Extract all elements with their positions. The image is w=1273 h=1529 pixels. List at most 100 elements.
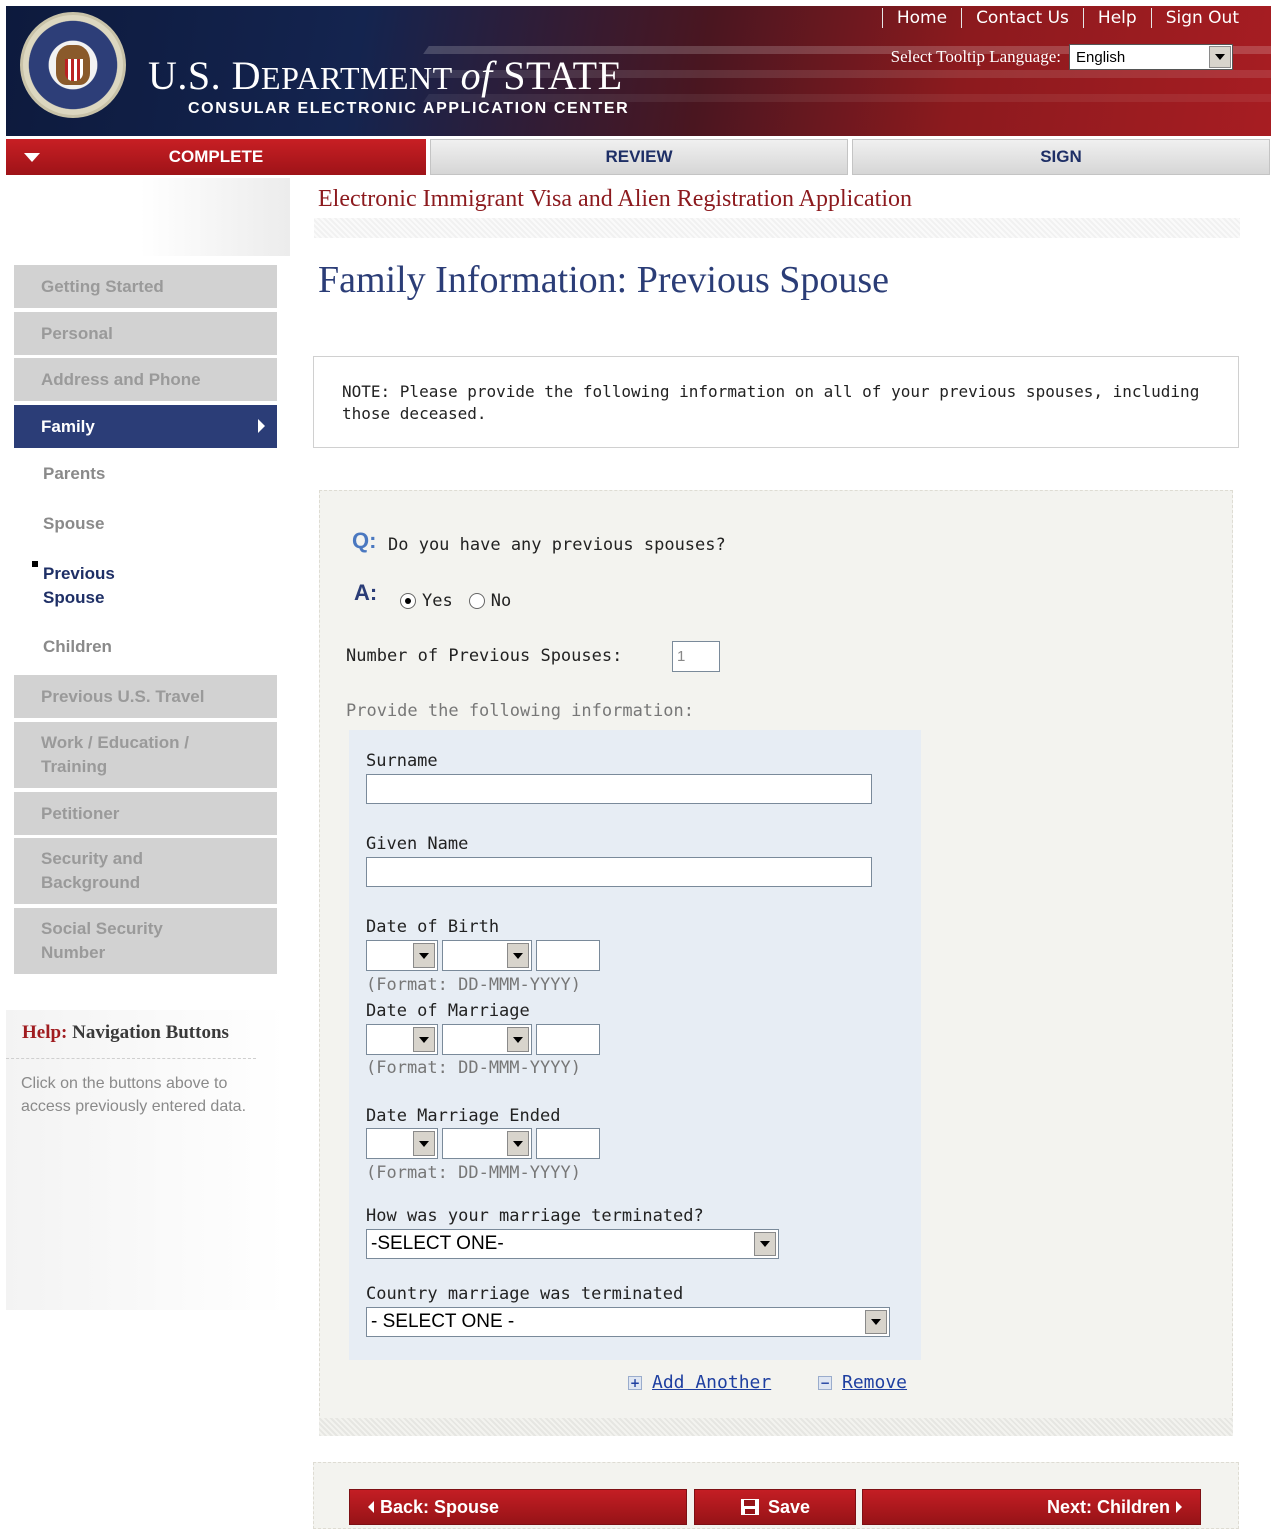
tooltip-language-value: English [1076,48,1126,66]
dob-format-hint: (Format: DD-MMM-YYYY) [366,975,581,995]
sidebar-item-family[interactable]: Family [14,405,277,450]
home-link[interactable]: Home [897,8,947,28]
dob-fields [366,940,600,971]
help-text: Click on the buttons above to access pre… [21,1075,247,1115]
sidebar-item-personal[interactable]: Personal [14,312,277,357]
dom-format-hint: (Format: DD-MMM-YYYY) [366,1058,581,1078]
given-name-label: Given Name [366,834,469,854]
country-select[interactable]: - SELECT ONE - [366,1307,890,1337]
sidebar-item-security-and-background[interactable]: Security and Background [14,838,277,906]
answer-label: A: [354,580,378,605]
tab-sign-label: SIGN [1040,147,1082,166]
sidebar-subitem-children[interactable]: Children [43,635,112,659]
question-text: Do you have any previous spouses? [388,535,726,555]
sidebar-item-previous-us-travel[interactable]: Previous U.S. Travel [14,675,277,720]
sidebar-subitem-previous-spouse[interactable]: Previous Spouse [43,562,163,610]
title-divider [314,218,1240,238]
chevron-down-icon [865,1310,887,1334]
chevron-down-icon [413,1131,435,1156]
help-link[interactable]: Help [1098,8,1137,28]
termination-select-value: -SELECT ONE- [371,1233,504,1254]
sidebar-subitem-spouse[interactable]: Spouse [43,512,104,536]
save-button[interactable]: Save [694,1489,856,1525]
dom-month-select[interactable] [442,1024,532,1055]
dme-year-input[interactable] [536,1128,600,1159]
back-button-label: Back: Spouse [380,1496,500,1517]
dom-day-select[interactable] [366,1024,438,1055]
sidebar-item-petitioner[interactable]: Petitioner [14,792,277,837]
given-name-input[interactable] [366,857,872,887]
note-text: NOTE: Please provide the following infor… [342,382,1200,423]
country-select-value: - SELECT ONE - [371,1311,515,1332]
no-radio[interactable] [468,593,485,609]
sidebar-item-social-security-number[interactable]: Social Security Number [14,908,277,976]
chevron-down-icon [754,1232,776,1256]
num-spouses-label: Number of Previous Spouses: [346,646,623,666]
triangle-down-icon [24,153,40,162]
add-another-link[interactable]: Add Another [652,1372,771,1393]
tooltip-language-label: Select Tooltip Language: [890,47,1061,66]
chevron-down-icon [507,1131,529,1156]
tab-sign[interactable]: SIGN [852,139,1270,175]
floppy-disk-icon [740,1499,759,1515]
country-label: Country marriage was terminated [366,1284,684,1304]
plus-icon: + [628,1375,642,1390]
chevron-down-icon [413,943,435,968]
yes-radio[interactable] [400,593,416,609]
add-another-control[interactable]: + Add Another [628,1372,771,1393]
next-button-label: Next: Children [1046,1496,1170,1517]
tab-complete-label: COMPLETE [168,147,264,166]
tooltip-language-row: Select Tooltip Language: English [891,44,1233,70]
help-title: Help: Navigation Buttons [22,1022,229,1043]
sidebar-item-address-and-phone[interactable]: Address and Phone [14,358,277,403]
tab-review-label: REVIEW [605,147,673,166]
contact-us-link[interactable]: Contact Us [976,8,1069,28]
termination-select[interactable]: -SELECT ONE- [366,1229,779,1259]
chevron-down-icon [413,1027,435,1052]
yes-radio-label: Yes [422,591,453,611]
dob-month-select[interactable] [442,940,532,971]
provide-info-label: Provide the following information: [346,701,694,721]
remove-link[interactable]: Remove [842,1372,907,1393]
dom-fields [366,1024,600,1055]
save-button-label: Save [767,1496,811,1517]
sign-out-link[interactable]: Sign Out [1166,8,1239,28]
dme-day-select[interactable] [366,1128,438,1159]
sidebar-item-work-education-training[interactable]: Work / Education / Training [14,722,277,790]
tooltip-language-select[interactable]: English [1069,44,1233,70]
tab-complete[interactable]: COMPLETE [6,139,426,175]
back-button[interactable]: Back: Spouse [349,1489,687,1525]
sidebar-item-family-label: Family [41,416,95,436]
num-spouses-input[interactable] [672,641,720,672]
tab-review[interactable]: REVIEW [430,139,848,175]
dob-label: Date of Birth [366,917,500,937]
sidebar-item-getting-started[interactable]: Getting Started [14,265,277,310]
application-title: Electronic Immigrant Visa and Alien Regi… [318,186,912,212]
dob-day-select[interactable] [366,940,438,971]
caret-right-icon [258,419,265,433]
chevron-down-icon [507,943,529,968]
question-label: Q: [352,528,377,553]
form-panel-footer [319,1418,1233,1436]
department-seal-logo [20,12,126,118]
arrow-left-icon [368,1501,374,1513]
remove-control[interactable]: − Remove [818,1372,907,1393]
current-bullet-icon [32,561,38,567]
arrow-right-icon [1176,1501,1182,1513]
chevron-down-icon [507,1027,529,1052]
dob-year-input[interactable] [536,940,600,971]
utility-nav: Home Contact Us Help Sign Out [868,4,1239,32]
minus-icon: − [818,1375,832,1390]
dme-month-select[interactable] [442,1128,532,1159]
next-button[interactable]: Next: Children [862,1489,1201,1525]
surname-input[interactable] [366,774,872,804]
dom-year-input[interactable] [536,1024,600,1055]
surname-label: Surname [366,751,438,771]
no-radio-label: No [490,591,512,611]
page-title: Family Information: Previous Spouse [318,259,890,301]
sidebar-shadow [140,178,290,256]
department-title: U.S. DEPARTMENT of STATE [148,53,623,98]
dme-format-hint: (Format: DD-MMM-YYYY) [366,1163,581,1183]
dme-fields [366,1128,600,1159]
sidebar-subitem-parents[interactable]: Parents [43,462,105,486]
